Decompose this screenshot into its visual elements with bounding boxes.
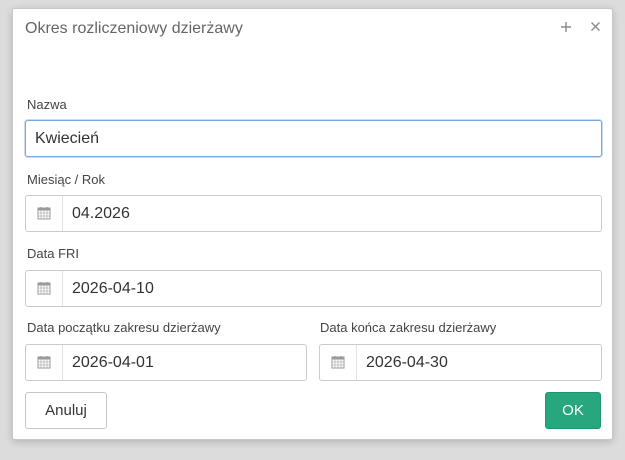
dialog-titlebar: Okres rozliczeniowy dzierżawy <box>13 9 612 49</box>
name-label: Nazwa <box>27 97 67 112</box>
range-start-field[interactable]: 2026-04-01 <box>25 344 307 381</box>
fri-date-value: 2026-04-10 <box>72 280 154 297</box>
calendar-icon[interactable] <box>320 345 357 380</box>
range-end-label: Data końca zakresu dzierżawy <box>320 320 497 335</box>
range-start-label: Data początku zakresu dzierżawy <box>27 320 221 335</box>
dialog-title: Okres rozliczeniowy dzierżawy <box>25 20 243 37</box>
calendar-icon[interactable] <box>26 196 63 231</box>
name-input[interactable] <box>35 121 575 156</box>
calendar-icon[interactable] <box>26 271 63 306</box>
lease-period-dialog: Okres rozliczeniowy dzierżawy Nazwa Mies… <box>12 8 613 440</box>
month-year-label: Miesiąc / Rok <box>27 172 106 187</box>
month-year-field[interactable]: 04.2026 <box>25 195 602 232</box>
range-start-value: 2026-04-01 <box>72 354 154 371</box>
plus-icon[interactable] <box>556 16 576 38</box>
ok-button[interactable]: OK <box>545 392 601 429</box>
month-year-value: 04.2026 <box>72 205 130 222</box>
fri-date-label: Data FRI <box>27 246 80 261</box>
range-end-field[interactable]: 2026-04-30 <box>319 344 602 381</box>
range-end-value: 2026-04-30 <box>366 354 448 371</box>
close-icon[interactable] <box>585 16 605 38</box>
cancel-button[interactable]: Anuluj <box>25 392 107 429</box>
name-field[interactable] <box>25 120 602 157</box>
calendar-icon[interactable] <box>26 345 63 380</box>
fri-date-field[interactable]: 2026-04-10 <box>25 270 602 307</box>
